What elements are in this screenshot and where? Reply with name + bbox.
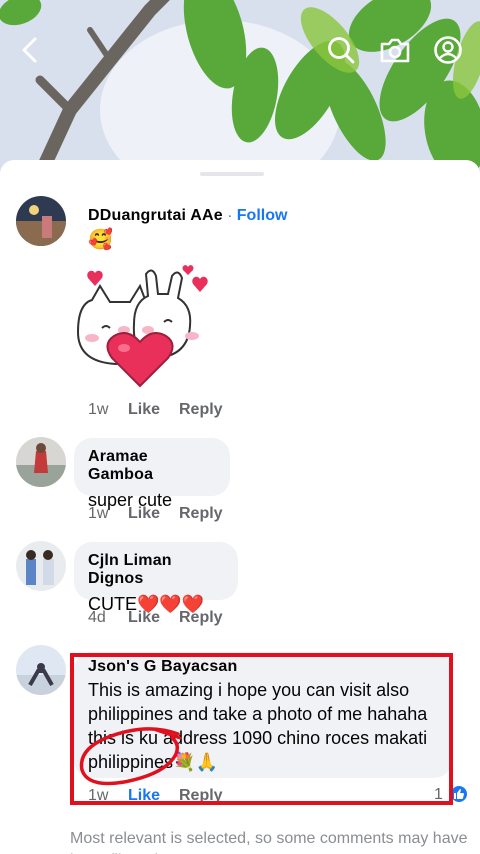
like-button[interactable]: Like [128,401,179,419]
reply-button[interactable]: Reply [179,401,223,419]
comment-author[interactable]: Aramae Gamboa [88,448,216,484]
avatar-image [16,196,66,246]
sheet-grabber[interactable] [200,172,264,176]
comment-author[interactable]: Cjln Liman Dignos [88,552,224,588]
avatar[interactable] [16,437,66,487]
like-button[interactable]: Like [128,609,179,627]
camera-icon [380,38,410,63]
chevron-left-icon [22,37,37,63]
avatar-image [16,645,66,695]
search-button[interactable] [323,32,359,68]
comment-text: 🥰 [88,229,113,251]
cover-photo [0,0,480,175]
reply-button[interactable]: Reply [179,505,223,523]
thumbs-up-icon [454,789,464,799]
comment-actions: 1w Like Reply [88,505,223,523]
avatar[interactable] [16,196,66,246]
back-button[interactable] [12,32,48,68]
search-icon [328,37,355,64]
profile-icon [434,36,462,64]
photo-background [0,0,480,175]
comment-bubble[interactable]: Cjln Liman Dignos CUTE❤️❤️❤️ [74,542,238,614]
like-button[interactable]: Like [128,505,179,523]
avatar[interactable] [16,541,66,591]
comment-actions: 1w Like Reply [88,401,223,419]
avatar[interactable] [16,645,66,695]
comment-actions: 4d Like Reply [88,609,223,627]
comment-time: 1w [88,401,109,418]
profile-button[interactable] [430,32,466,68]
comment-time: 1w [88,505,109,522]
follow-button[interactable]: Follow [237,207,288,224]
comment-bubble[interactable]: Aramae Gamboa super cute [74,438,230,510]
reply-button[interactable]: Reply [179,609,223,627]
cat-bunny-heart-sticker [76,265,208,388]
comment-time: 4d [88,609,106,626]
comment-author[interactable]: DDuangrutai AAe [88,207,223,224]
separator-dot: · [227,207,233,224]
avatar-image [16,541,66,591]
annotation-circle [79,727,182,786]
avatar-image [16,437,66,487]
camera-button[interactable] [377,32,413,68]
filter-notice: Most relevant is selected, so some comme… [70,830,468,854]
